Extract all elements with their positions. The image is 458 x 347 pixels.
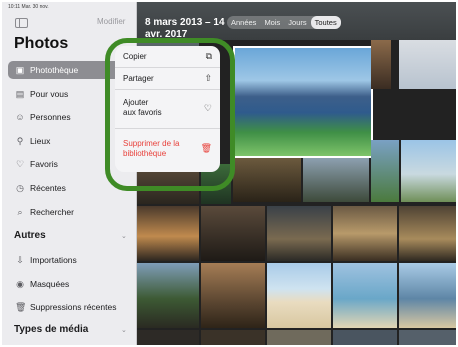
menu-item-delete-from-library[interactable]: Supprimer de la bibliothèque 🗑 <box>115 129 220 172</box>
date-range-title: 8 mars 2013 – 14 <box>145 17 225 28</box>
photo-thumbnail[interactable] <box>267 330 331 345</box>
menu-item-label: Supprimer de la bibliothèque <box>123 139 180 158</box>
hidden-icon: ◉ <box>16 279 24 289</box>
photo-thumbnail[interactable] <box>201 263 265 328</box>
sidebar-item-label: Favoris <box>30 159 58 169</box>
time-scale-segmented-control[interactable]: Années Mois Jours Toutes <box>227 16 341 29</box>
search-icon: ⌕ <box>17 207 23 217</box>
clock-icon: ◷ <box>16 183 24 193</box>
photo-thumbnail[interactable] <box>401 140 456 202</box>
photo-thumbnail[interactable] <box>137 263 199 328</box>
sidebar-item-label: Personnes <box>30 112 71 122</box>
context-menu: Copier ⧉ Partager ⇧ Ajouter aux favoris … <box>115 46 220 172</box>
ipad-screen: 10:11 Mar. 30 nov. Modifier Photos ▣ Pho… <box>2 2 456 345</box>
photo-thumbnail[interactable] <box>303 158 369 202</box>
edit-button[interactable]: Modifier <box>97 17 125 26</box>
photo-thumbnail[interactable] <box>267 206 331 261</box>
sidebar-item-label: Récentes <box>30 183 66 193</box>
tab-months[interactable]: Mois <box>260 16 284 29</box>
photo-thumbnail[interactable] <box>399 40 456 89</box>
status-time: 10:11 Mar. 30 nov. <box>8 4 49 10</box>
copy-icon: ⧉ <box>205 51 212 61</box>
sidebar-item-label: Importations <box>30 255 77 265</box>
photo-thumbnail[interactable] <box>137 330 199 345</box>
for-you-icon: ▤ <box>15 89 25 99</box>
photo-thumbnail[interactable] <box>233 158 301 202</box>
sidebar-toggle-icon[interactable] <box>15 18 28 28</box>
menu-item-label: Partager <box>123 74 154 83</box>
status-bar: 10:11 Mar. 30 nov. <box>2 2 456 11</box>
import-icon: ⇩ <box>16 255 24 265</box>
sidebar-item-label: Lieux <box>30 136 51 146</box>
photo-thumbnail[interactable] <box>201 206 265 261</box>
sidebar-item-label: Rechercher <box>30 207 74 217</box>
menu-item-label: Copier <box>123 52 147 61</box>
photo-thumbnail-selected[interactable] <box>233 46 373 158</box>
sidebar-item-label: Photothèque <box>30 65 79 75</box>
photo-thumbnail[interactable] <box>333 206 397 261</box>
chevron-down-icon[interactable]: ⌄ <box>121 232 127 240</box>
photo-thumbnail[interactable] <box>371 40 391 89</box>
photo-thumbnail[interactable] <box>399 330 456 345</box>
sidebar-item-label: Masquées <box>30 279 70 289</box>
heart-icon: ♡ <box>15 159 25 169</box>
sidebar-item-hidden[interactable]: ◉ Masquées <box>8 275 130 293</box>
sidebar-item-label: Suppressions récentes <box>30 302 117 312</box>
photo-thumbnail[interactable] <box>371 140 399 202</box>
trash-icon: 🗑 <box>15 302 27 312</box>
share-icon: ⇧ <box>204 73 212 83</box>
tab-days[interactable]: Jours <box>284 16 310 29</box>
sidebar-item-label: Pour vous <box>30 89 69 99</box>
sidebar-item-recently-deleted[interactable]: 🗑 Suppressions récentes <box>8 298 130 316</box>
photo-thumbnail[interactable] <box>333 263 397 328</box>
sidebar-item-imports[interactable]: ⇩ Importations <box>8 251 130 269</box>
chevron-down-icon[interactable]: ⌄ <box>121 326 127 334</box>
photo-library-icon: ▣ <box>15 65 25 75</box>
sidebar-item-search[interactable]: ⌕ Rechercher <box>8 203 130 221</box>
places-icon: ⚲ <box>16 136 24 146</box>
people-icon: ☺ <box>15 112 25 122</box>
tab-all[interactable]: Toutes <box>310 16 341 29</box>
trash-icon: 🗑 <box>200 143 212 153</box>
menu-item-label: Ajouter aux favoris <box>123 98 162 117</box>
photo-thumbnail[interactable] <box>137 206 199 261</box>
menu-item-copy[interactable]: Copier ⧉ <box>115 46 220 68</box>
photo-thumbnail[interactable] <box>201 330 265 345</box>
section-media-types-header[interactable]: Types de média <box>14 324 88 335</box>
sidebar-title: Photos <box>14 35 69 52</box>
photo-thumbnail[interactable] <box>267 263 331 328</box>
tab-years[interactable]: Années <box>227 16 260 29</box>
heart-icon: ♡ <box>203 103 212 113</box>
section-other-header[interactable]: Autres <box>14 230 46 241</box>
photo-thumbnail[interactable] <box>399 263 456 328</box>
menu-item-share[interactable]: Partager ⇧ <box>115 68 220 90</box>
photo-thumbnail[interactable] <box>399 206 456 261</box>
menu-item-add-favorite[interactable]: Ajouter aux favoris ♡ <box>115 90 220 129</box>
photo-thumbnail[interactable] <box>333 330 397 345</box>
